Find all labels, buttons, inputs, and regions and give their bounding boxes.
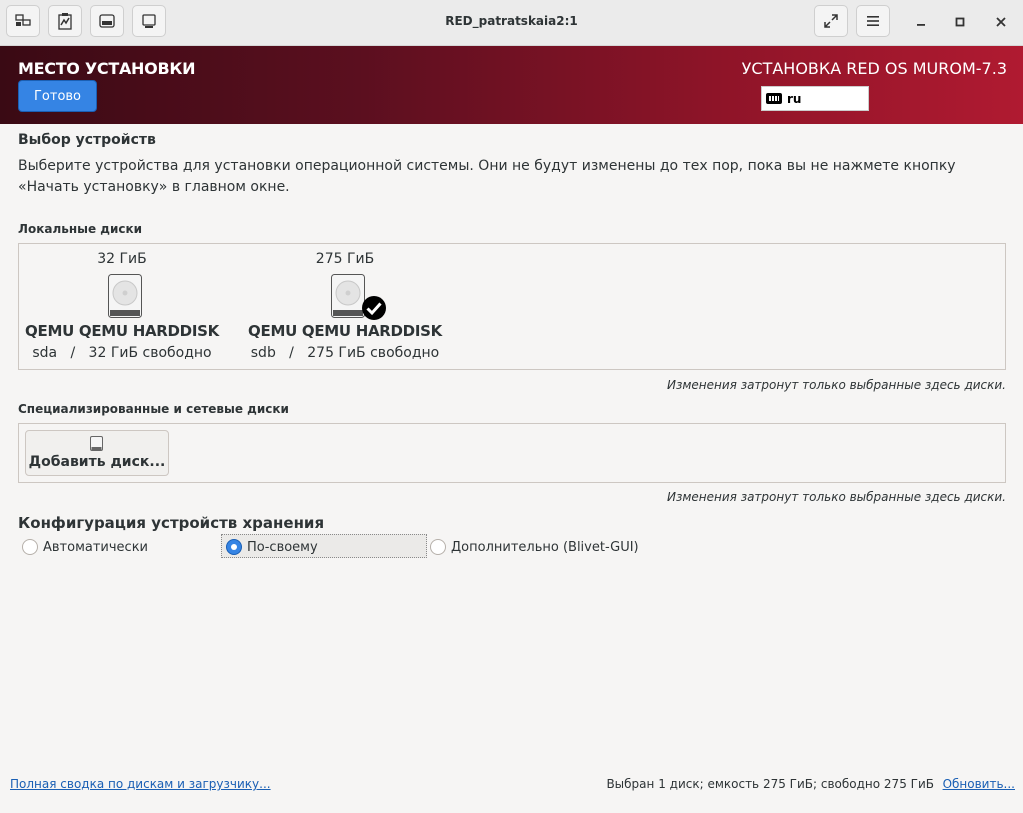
disk-summary-link[interactable]: Полная сводка по дискам и загрузчику... [10, 777, 271, 791]
network-disks-note: Изменения затронут только выбранные здес… [667, 490, 1006, 504]
minimize-button[interactable] [909, 10, 933, 34]
local-disks-panel: 32 ГиБ QEMU QEMU HARDDISK sda / 32 ГиБ с… [18, 243, 1006, 370]
disk-name: QEMU QEMU HARDDISK [248, 322, 442, 340]
keyboard-icon [766, 93, 782, 104]
radio-button[interactable] [226, 539, 242, 555]
local-disks-note: Изменения затронут только выбранные здес… [667, 378, 1006, 392]
close-icon [996, 17, 1006, 27]
menu-button[interactable] [856, 5, 890, 37]
radio-custom[interactable]: По-своему [226, 535, 318, 559]
add-disk-button[interactable]: Добавить диск... [25, 430, 169, 476]
storage-config-title: Конфигурация устройств хранения [18, 514, 325, 532]
fullscreen-icon [824, 14, 838, 28]
checkmark-icon [362, 296, 386, 320]
window-titlebar: RED_patratskaia2:1 [0, 0, 1023, 46]
harddisk-icon [331, 274, 365, 318]
installer-header: МЕСТО УСТАНОВКИ Готово УСТАНОВКА RED OS … [0, 46, 1023, 124]
disk-info: sda / 32 ГиБ свободно [32, 345, 212, 361]
devices-title: Выбор устройств [18, 132, 156, 148]
product-title: УСТАНОВКА RED OS MUROM-7.3 [741, 59, 1007, 78]
radio-advanced[interactable]: Дополнительно (Blivet-GUI) [430, 535, 639, 559]
done-button[interactable]: Готово [18, 80, 97, 112]
radio-button[interactable] [22, 539, 38, 555]
disk-info: sdb / 275 ГиБ свободно [250, 345, 440, 361]
maximize-button[interactable] [948, 10, 972, 34]
maximize-icon [955, 17, 965, 27]
radio-automatic[interactable]: Автоматически [22, 535, 148, 559]
disk-size: 275 ГиБ [315, 251, 375, 267]
selection-status: Выбран 1 диск; емкость 275 ГиБ; свободно… [606, 777, 934, 791]
minimize-icon [917, 24, 925, 26]
disk-name: QEMU QEMU HARDDISK [25, 322, 219, 340]
menu-icon [867, 16, 879, 26]
refresh-link[interactable]: Обновить... [943, 777, 1015, 791]
keyboard-layout-label: ru [787, 91, 802, 106]
radio-label: Автоматически [43, 539, 149, 555]
devices-description: Выберите устройства для установки операц… [18, 158, 956, 195]
network-disks-panel: Добавить диск... [18, 423, 1006, 483]
add-disk-label: Добавить диск... [28, 454, 166, 470]
keyboard-layout-indicator[interactable]: ru [761, 86, 869, 111]
harddisk-icon [108, 274, 142, 318]
local-disks-title: Локальные диски [18, 222, 143, 236]
network-disks-title: Специализированные и сетевые диски [18, 402, 289, 416]
harddisk-icon [90, 436, 103, 451]
fullscreen-button[interactable] [814, 5, 848, 37]
disk-size: 32 ГиБ [97, 251, 147, 267]
radio-label: Дополнительно (Blivet-GUI) [451, 539, 639, 555]
radio-button[interactable] [430, 539, 446, 555]
page-title: МЕСТО УСТАНОВКИ [18, 59, 196, 78]
radio-label: По-своему [247, 539, 318, 555]
close-button[interactable] [989, 10, 1013, 34]
